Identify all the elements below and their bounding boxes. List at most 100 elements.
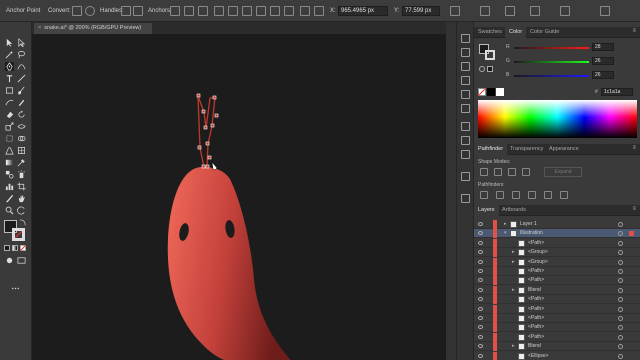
workspace-icon[interactable] <box>480 6 490 16</box>
layer-row[interactable]: <Path> <box>474 295 640 305</box>
properties-panel-icon[interactable] <box>461 34 470 43</box>
artboard-canvas[interactable] <box>32 34 446 360</box>
shaper-tool-icon[interactable] <box>5 98 14 107</box>
width-tool-icon[interactable] <box>17 122 26 131</box>
intersect-icon[interactable] <box>508 168 516 176</box>
pencil-tool-icon[interactable] <box>17 98 26 107</box>
tab-color-guide[interactable]: Color Guide <box>526 27 563 38</box>
outline-icon[interactable] <box>544 191 552 199</box>
magic-wand-tool-icon[interactable] <box>5 50 14 59</box>
tab-transparency[interactable]: Transparency <box>506 144 547 155</box>
tab-swatches[interactable]: Swatches <box>474 27 506 38</box>
align-middle-icon[interactable] <box>270 6 280 16</box>
panel-menu-icon[interactable]: ≡ <box>632 145 636 151</box>
libraries-panel-icon[interactable] <box>461 48 470 57</box>
b-value[interactable]: 26 <box>592 71 614 79</box>
target-icon[interactable] <box>618 334 623 340</box>
g-slider[interactable]: G 26 <box>506 57 640 66</box>
target-icon[interactable] <box>618 250 623 256</box>
exclude-icon[interactable] <box>522 168 530 176</box>
color-spectrum[interactable] <box>478 100 637 138</box>
close-icon[interactable]: × <box>38 25 41 31</box>
visibility-eye-icon[interactable] <box>478 250 483 255</box>
selection-indicator[interactable] <box>629 231 634 237</box>
visibility-eye-icon[interactable] <box>478 287 483 292</box>
edit-toolbar-icon[interactable] <box>11 284 20 293</box>
rotate-view-tool-icon[interactable] <box>17 206 26 215</box>
tab-appearance[interactable]: Appearance <box>545 144 583 155</box>
panel-menu-icon[interactable] <box>600 6 610 16</box>
crop-icon[interactable] <box>528 191 536 199</box>
merge-icon[interactable] <box>512 191 520 199</box>
layer-row[interactable]: <Path> <box>474 323 640 333</box>
layer-row[interactable]: <Ellipse> <box>474 351 640 360</box>
layer-row[interactable]: <Path> <box>474 304 640 314</box>
brushes-panel-icon[interactable] <box>461 90 470 99</box>
graphic-styles-panel-icon[interactable] <box>461 150 470 159</box>
shape-builder-tool-icon[interactable] <box>17 134 26 143</box>
symbols-panel-icon[interactable] <box>461 104 470 113</box>
layer-row[interactable]: ▸ <Group> <box>474 248 640 258</box>
character-panel-icon[interactable] <box>461 172 470 181</box>
layer-row[interactable]: <Path> <box>474 276 640 286</box>
rectangle-tool-icon[interactable] <box>5 86 14 95</box>
visibility-eye-icon[interactable] <box>478 222 483 226</box>
align-left-icon[interactable] <box>214 6 224 16</box>
disclosure-triangle-icon[interactable]: ▸ <box>504 220 507 229</box>
visibility-eye-icon[interactable] <box>478 278 483 283</box>
none-swatch[interactable] <box>478 88 486 96</box>
visibility-eye-icon[interactable] <box>478 269 483 273</box>
out-of-gamut-icon[interactable] <box>479 66 485 72</box>
y-field[interactable]: 77.599 px <box>402 6 440 16</box>
g-value[interactable]: 26 <box>592 57 614 65</box>
export-panel-icon[interactable] <box>461 194 470 203</box>
document-tab[interactable]: × snake.ai* @ 200% (RGB/GPU Preview) <box>34 23 152 34</box>
disclosure-triangle-icon[interactable]: ▸ <box>512 286 515 295</box>
align-bottom-icon[interactable] <box>284 6 294 16</box>
convert-smooth-icon[interactable] <box>85 6 95 16</box>
swap-fill-stroke-icon[interactable] <box>18 218 27 227</box>
hex-field[interactable]: 1c1a1a <box>601 88 633 96</box>
zoom-tool-icon[interactable] <box>5 206 14 215</box>
target-icon[interactable] <box>618 287 623 293</box>
panel-menu-icon[interactable]: ≡ <box>632 206 636 212</box>
color-stroke-swatch[interactable] <box>485 50 495 60</box>
symbol-sprayer-tool-icon[interactable] <box>17 170 26 179</box>
expand-button[interactable]: Expand <box>544 167 582 177</box>
disclosure-triangle-icon[interactable]: ▾ <box>504 229 507 238</box>
unite-icon[interactable] <box>480 168 488 176</box>
eraser-tool-icon[interactable] <box>5 110 14 119</box>
web-safe-icon[interactable] <box>487 66 493 72</box>
target-icon[interactable] <box>618 316 623 321</box>
align-panel-icon[interactable] <box>461 76 470 85</box>
layer-row[interactable]: ▸ Blend <box>474 285 640 295</box>
connect-anchor-icon[interactable] <box>184 6 194 16</box>
curvature-tool-icon[interactable] <box>17 62 26 71</box>
align-right-icon[interactable] <box>242 6 252 16</box>
stroke-panel-icon[interactable] <box>461 122 470 131</box>
minus-front-icon[interactable] <box>494 168 502 176</box>
line-tool-icon[interactable] <box>17 74 26 83</box>
layer-row[interactable]: <Path> <box>474 314 640 323</box>
tab-layers[interactable]: Layers <box>474 205 499 216</box>
remove-anchor-icon[interactable] <box>170 6 180 16</box>
b-slider[interactable]: B 26 <box>506 71 640 80</box>
visibility-eye-icon[interactable] <box>478 240 483 245</box>
none-mode-icon[interactable] <box>20 245 26 251</box>
target-icon[interactable] <box>618 231 623 237</box>
gradient-tool-icon[interactable] <box>5 158 14 167</box>
tab-pathfinder[interactable]: Pathfinder <box>474 144 508 155</box>
r-value[interactable]: 28 <box>592 43 614 51</box>
hand-tool-icon[interactable] <box>17 194 26 203</box>
visibility-eye-icon[interactable] <box>478 344 483 349</box>
panel-menu-icon[interactable]: ≡ <box>632 28 636 34</box>
hide-handles-icon[interactable] <box>133 6 143 16</box>
more-options-icon[interactable] <box>560 6 570 16</box>
slice-tool-icon[interactable] <box>5 194 14 203</box>
draw-normal-icon[interactable] <box>5 256 14 265</box>
target-icon[interactable] <box>618 278 623 284</box>
layer-row[interactable]: ▸ <Group> <box>474 257 640 267</box>
layer-row[interactable]: ▾ Illustration <box>474 229 640 239</box>
divide-icon[interactable] <box>480 191 488 199</box>
target-icon[interactable] <box>618 306 623 312</box>
